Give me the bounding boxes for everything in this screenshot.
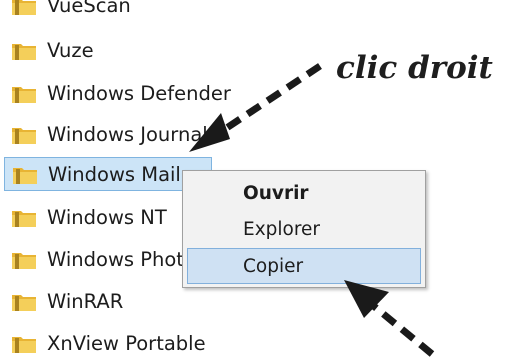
- folder-icon: [12, 337, 36, 353]
- folder-item-windows-mail[interactable]: Windows Mail: [4, 157, 212, 191]
- folder-icon: [12, 295, 36, 311]
- folder-label: XnView Portable: [47, 331, 206, 355]
- folder-label: VueScan: [47, 0, 131, 17]
- folder-label: WinRAR: [47, 289, 124, 313]
- folder-icon: [12, 87, 36, 103]
- folder-item-windows-journal[interactable]: Windows Journal: [10, 117, 490, 151]
- folder-icon: [12, 253, 36, 269]
- menu-item-explorer[interactable]: Explorer: [187, 211, 421, 247]
- folder-label: Vuze: [47, 38, 94, 62]
- folder-label: Windows Defender: [47, 81, 231, 105]
- folder-item-winrar[interactable]: WinRAR: [10, 284, 490, 318]
- folder-label: Windows Journal: [47, 122, 208, 146]
- menu-item-label: Copier: [243, 255, 304, 277]
- menu-item-label: Explorer: [243, 218, 321, 240]
- menu-item-copier[interactable]: Copier: [187, 248, 421, 284]
- folder-label: Windows Mail: [48, 162, 181, 186]
- folder-icon: [12, 128, 36, 144]
- menu-item-label: Ouvrir: [243, 182, 309, 204]
- folder-item-vuescan[interactable]: VueScan: [10, 0, 490, 22]
- menu-item-ouvrir[interactable]: Ouvrir: [187, 175, 421, 211]
- folder-item-xnview-portable[interactable]: XnView Portable: [10, 326, 490, 360]
- folder-icon: [12, 211, 36, 227]
- folder-icon: [13, 168, 37, 184]
- folder-label: Windows NT: [47, 205, 167, 229]
- context-menu: Ouvrir Explorer Copier: [182, 170, 426, 288]
- annotation-text: clic droit: [336, 50, 493, 86]
- folder-icon: [12, 44, 36, 60]
- folder-icon: [12, 0, 36, 15]
